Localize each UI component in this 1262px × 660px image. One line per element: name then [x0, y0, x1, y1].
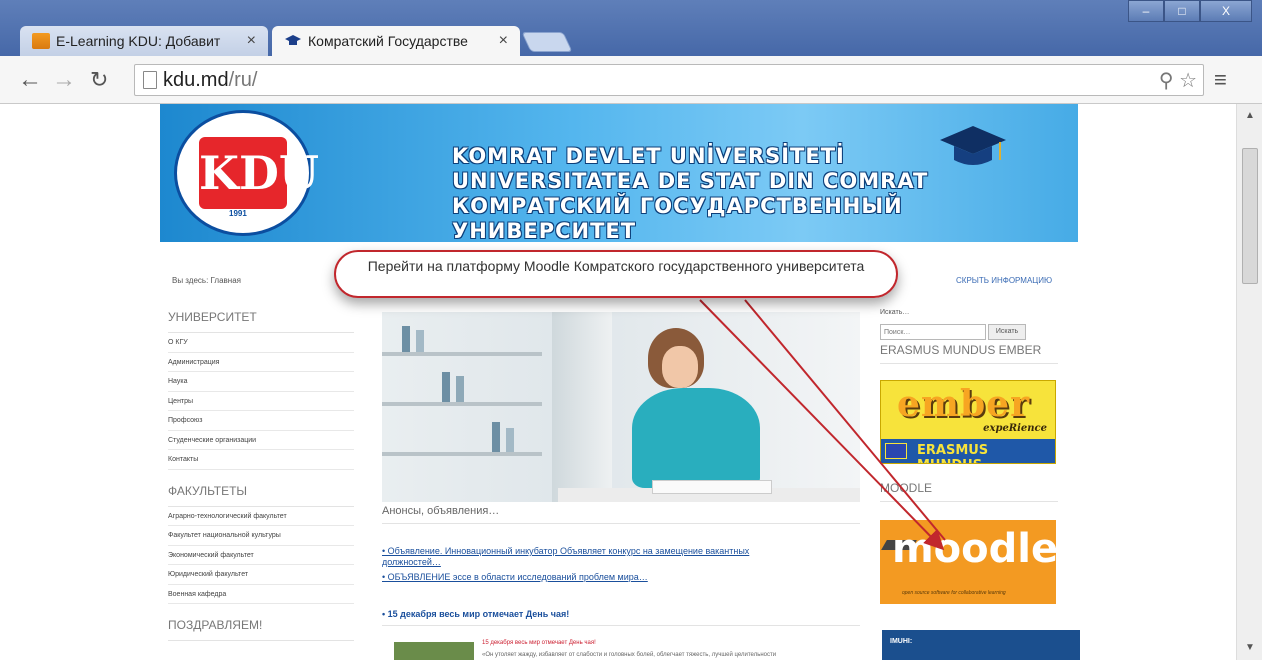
page-icon [143, 71, 157, 89]
browser-titlebar: E-Learning KDU: Добавит × Комратский Гос… [0, 0, 1262, 56]
main-content: Анонсы, объявления… • Объявление. Иннова… [382, 312, 860, 626]
moodle-callout: Перейти на платформу Moodle Комратского … [334, 250, 898, 298]
banner-line-russian: КОМРАТСКИЙ ГОСУДАРСТВЕННЫЙ УНИВЕРСИТЕТ [452, 194, 903, 242]
breadcrumb: Вы здесь: Главная [172, 276, 241, 285]
close-tab-icon[interactable]: × [247, 32, 256, 50]
sidebar-item-contacts[interactable]: Контакты [168, 450, 354, 470]
search-label: Искать… [880, 309, 910, 316]
sidebar-item-culture-faculty[interactable]: Факультет национальной культуры [168, 526, 354, 546]
banner-line-romanian: UNIVERSITATEA DE STAT DIN COMRAT [452, 169, 929, 193]
back-arrow-icon[interactable]: ← [18, 66, 42, 94]
search-input[interactable] [880, 324, 986, 340]
sidebar-item-administration[interactable]: Администрация [168, 353, 354, 372]
tab-title: E-Learning KDU: Добавит [56, 33, 221, 49]
site-banner: KDU 1991 KOMRAT DEVLET UNİVERSİTETİ UNIV… [160, 104, 1078, 242]
erasmus-mundus-text: ERASMUS MUNDUS [917, 443, 989, 463]
article-thumbnail[interactable] [394, 642, 474, 660]
article-excerpt-text: «Он утоляет жажду, избавляет от слабости… [482, 652, 777, 658]
hide-info-link[interactable]: СКРЫТЬ ИНФОРМАЦИЮ [956, 276, 1052, 285]
scrollbar-thumb[interactable] [1242, 148, 1258, 284]
menu-icon[interactable]: ≡ [1214, 67, 1227, 93]
news-link-essay[interactable]: • ОБЪЯВЛЕНИЕ эссе в области исследований… [382, 572, 802, 583]
reload-icon[interactable]: ↻ [90, 67, 108, 93]
page-viewport: KDU 1991 KOMRAT DEVLET UNİVERSİTETİ UNIV… [0, 104, 1236, 660]
faculties-heading: ФАКУЛЬТЕТЫ [168, 478, 354, 507]
search-button[interactable]: Искать [988, 324, 1026, 340]
sidebar-item-centers[interactable]: Центры [168, 392, 354, 411]
zoom-icon[interactable]: ⚲ [1159, 70, 1174, 92]
featured-article-title[interactable]: • 15 декабря весь мир отмечает День чая! [382, 609, 860, 626]
sidebar-item-union[interactable]: Профсоюз [168, 411, 354, 431]
tab-elearning[interactable]: E-Learning KDU: Добавит × [20, 26, 268, 56]
vertical-scrollbar[interactable]: ▲ ▼ [1236, 104, 1262, 660]
ember-logo-text: ember [897, 383, 1031, 425]
university-heading: УНИВЕРСИТЕТ [168, 304, 354, 333]
university-logo[interactable]: KDU 1991 [174, 110, 319, 236]
tab-title: Комратский Государстве [308, 33, 468, 49]
tab-kdu[interactable]: Комратский Государстве × [272, 26, 520, 56]
eu-flag-icon [885, 443, 907, 459]
moodle-logo-text: moodle [892, 526, 1056, 572]
sidebar-item-agro-faculty[interactable]: Аграрно-технологический факультет [168, 507, 354, 526]
graduation-cap-icon [940, 126, 1006, 165]
graduation-cap-favicon-icon [284, 33, 302, 49]
sidebar-item-economics-faculty[interactable]: Экономический факультет [168, 546, 354, 565]
url-path: /ru/ [228, 68, 258, 91]
browser-toolbar: ← → ↻ kdu.md/ru/ ⚲ ☆ ≡ [0, 56, 1262, 104]
info-widget-label: IMUHI: [890, 638, 913, 645]
ember-banner[interactable]: ember expeRience ERASMUS MUNDUS [880, 380, 1056, 464]
close-window-button[interactable]: X [1200, 0, 1252, 22]
congrats-heading: ПОЗДРАВЛЯЕМ! [168, 612, 354, 641]
article-excerpt-title: 15 декабря весь мир отмечает День чая! [482, 640, 596, 646]
window-controls: – □ X [1128, 0, 1252, 22]
moodle-banner[interactable]: moodle open source software for collabor… [880, 520, 1056, 604]
site-page: KDU 1991 KOMRAT DEVLET UNİVERSİTETİ UNIV… [160, 104, 1080, 660]
announcements-heading: Анонсы, объявления… [382, 502, 860, 524]
maximize-button[interactable]: □ [1164, 0, 1200, 22]
sidebar-item-military-dept[interactable]: Военная кафедра [168, 585, 354, 604]
minimize-button[interactable]: – [1128, 0, 1164, 22]
address-bar[interactable]: kdu.md/ru/ ⚲ ☆ [134, 64, 1204, 96]
sidebar-item-student-orgs[interactable]: Студенческие организации [168, 431, 354, 450]
bookmark-star-icon[interactable]: ☆ [1179, 70, 1197, 92]
hero-image [382, 312, 860, 502]
ember-experience-text: expeRience [983, 423, 1047, 434]
sidebar-item-about[interactable]: О КГУ [168, 333, 354, 353]
moodle-favicon-icon [32, 33, 50, 49]
forward-arrow-icon[interactable]: → [52, 66, 76, 94]
scroll-up-icon[interactable]: ▲ [1245, 110, 1255, 121]
close-tab-icon[interactable]: × [499, 32, 508, 50]
logo-monogram: KDU [199, 137, 319, 209]
url-host: kdu.md [163, 68, 229, 91]
info-widget: IMUHI: [882, 630, 1080, 660]
sidebar-item-science[interactable]: Наука [168, 372, 354, 392]
left-sidebar: УНИВЕРСИТЕТ О КГУ Администрация Наука Це… [168, 304, 354, 641]
scroll-down-icon[interactable]: ▼ [1245, 642, 1255, 653]
new-tab-button[interactable] [521, 32, 573, 52]
moodle-heading: MOODLE [880, 478, 1058, 502]
news-link-incubator[interactable]: • Объявление. Инновационный инкубатор Об… [382, 546, 802, 568]
erasmus-heading: ERASMUS MUNDUS EMBER [880, 340, 1058, 364]
right-sidebar: Искать… Искать ERASMUS MUNDUS EMBER embe… [880, 309, 1058, 604]
logo-year: 1991 [229, 209, 247, 218]
moodle-tagline: open source software for collaborative l… [902, 590, 1006, 596]
sidebar-item-law-faculty[interactable]: Юридический факультет [168, 565, 354, 585]
